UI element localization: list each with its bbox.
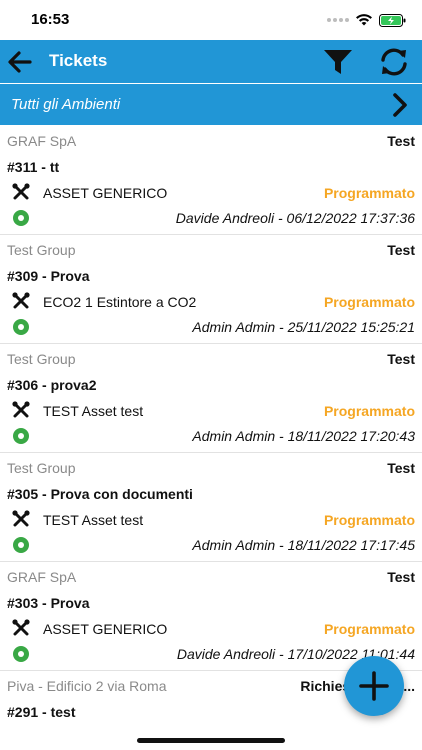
- nav-bar: Tickets: [0, 40, 422, 83]
- ticket-client: Test Group: [7, 460, 76, 476]
- ticket-status: Programmato: [323, 512, 415, 528]
- ticket-card[interactable]: Test Group Test #306 - prova2 TEST Asset…: [0, 344, 422, 453]
- battery-charging-icon: [379, 13, 406, 27]
- ticket-list[interactable]: GRAF SpA Test #311 - tt ASSET GENERICO P…: [0, 126, 422, 722]
- ticket-asset: TEST Asset test: [43, 403, 144, 419]
- status-bar: 16:53: [0, 0, 422, 40]
- filter-button[interactable]: [322, 48, 354, 76]
- add-ticket-button[interactable]: [344, 656, 404, 716]
- ticket-tag: Test: [387, 569, 415, 585]
- tools-icon: [12, 292, 30, 309]
- status-dot-icon: [13, 537, 29, 553]
- ticket-asset: TEST Asset test: [43, 512, 144, 528]
- tools-icon: [12, 183, 30, 200]
- refresh-button[interactable]: [378, 47, 410, 77]
- ticket-title: #303 - Prova: [7, 595, 90, 611]
- ticket-card[interactable]: Test Group Test #309 - Prova ECO2 1 Esti…: [0, 235, 422, 344]
- ticket-tag: Test: [387, 133, 415, 149]
- ticket-asset: ASSET GENERICO: [43, 185, 168, 201]
- arrow-left-icon: [8, 51, 32, 73]
- ticket-status: Programmato: [323, 403, 415, 419]
- ticket-title: #291 - test: [7, 704, 76, 720]
- ticket-meta: Davide Andreoli - 06/12/2022 17:37:36: [175, 210, 415, 226]
- page-title: Tickets: [49, 51, 108, 70]
- plus-icon: [359, 671, 389, 701]
- ticket-client: Test Group: [7, 351, 76, 367]
- status-dot-icon: [13, 319, 29, 335]
- ticket-status: Programmato: [323, 294, 415, 310]
- ticket-client: Test Group: [7, 242, 76, 258]
- tools-icon: [12, 510, 30, 527]
- cellular-signal-icon: [327, 18, 349, 22]
- ticket-title: #311 - tt: [7, 159, 60, 175]
- status-dot-icon: [13, 646, 29, 662]
- ticket-title: #306 - prova2: [7, 377, 97, 393]
- ticket-meta: Admin Admin - 18/11/2022 17:20:43: [192, 428, 415, 444]
- ticket-tag: Test: [387, 351, 415, 367]
- ticket-tag: Test: [387, 460, 415, 476]
- environment-label: Tutti gli Ambienti: [11, 96, 121, 113]
- ticket-meta: Admin Admin - 18/11/2022 17:17:45: [192, 537, 415, 553]
- tools-icon: [12, 401, 30, 418]
- status-icons: [327, 13, 406, 27]
- back-button[interactable]: [6, 48, 34, 76]
- ticket-client: GRAF SpA: [7, 569, 77, 585]
- ticket-title: #309 - Prova: [7, 268, 90, 284]
- filter-icon: [324, 50, 352, 74]
- wifi-icon: [356, 14, 372, 26]
- ticket-meta: Admin Admin - 25/11/2022 15:25:21: [192, 319, 415, 335]
- status-time: 16:53: [31, 11, 70, 28]
- ticket-card[interactable]: GRAF SpA Test #311 - tt ASSET GENERICO P…: [0, 126, 422, 235]
- ticket-tag: Test: [387, 242, 415, 258]
- ticket-asset: ASSET GENERICO: [43, 621, 168, 637]
- ticket-asset: ECO2 1 Estintore a CO2: [43, 294, 197, 310]
- refresh-icon: [381, 48, 407, 76]
- ticket-card[interactable]: GRAF SpA Test #303 - Prova ASSET GENERIC…: [0, 562, 422, 671]
- ticket-status: Programmato: [323, 185, 415, 201]
- environment-selector[interactable]: Tutti gli Ambienti: [0, 84, 422, 125]
- ticket-client: Piva - Edificio 2 via Roma: [7, 678, 167, 694]
- home-indicator: [137, 738, 285, 743]
- ticket-client: GRAF SpA: [7, 133, 77, 149]
- tools-icon: [12, 619, 30, 636]
- ticket-card[interactable]: Test Group Test #305 - Prova con documen…: [0, 453, 422, 562]
- ticket-title: #305 - Prova con documenti: [7, 486, 193, 502]
- status-dot-icon: [13, 428, 29, 444]
- status-dot-icon: [13, 210, 29, 226]
- chevron-right-icon: [393, 93, 407, 117]
- ticket-status: Programmato: [323, 621, 415, 637]
